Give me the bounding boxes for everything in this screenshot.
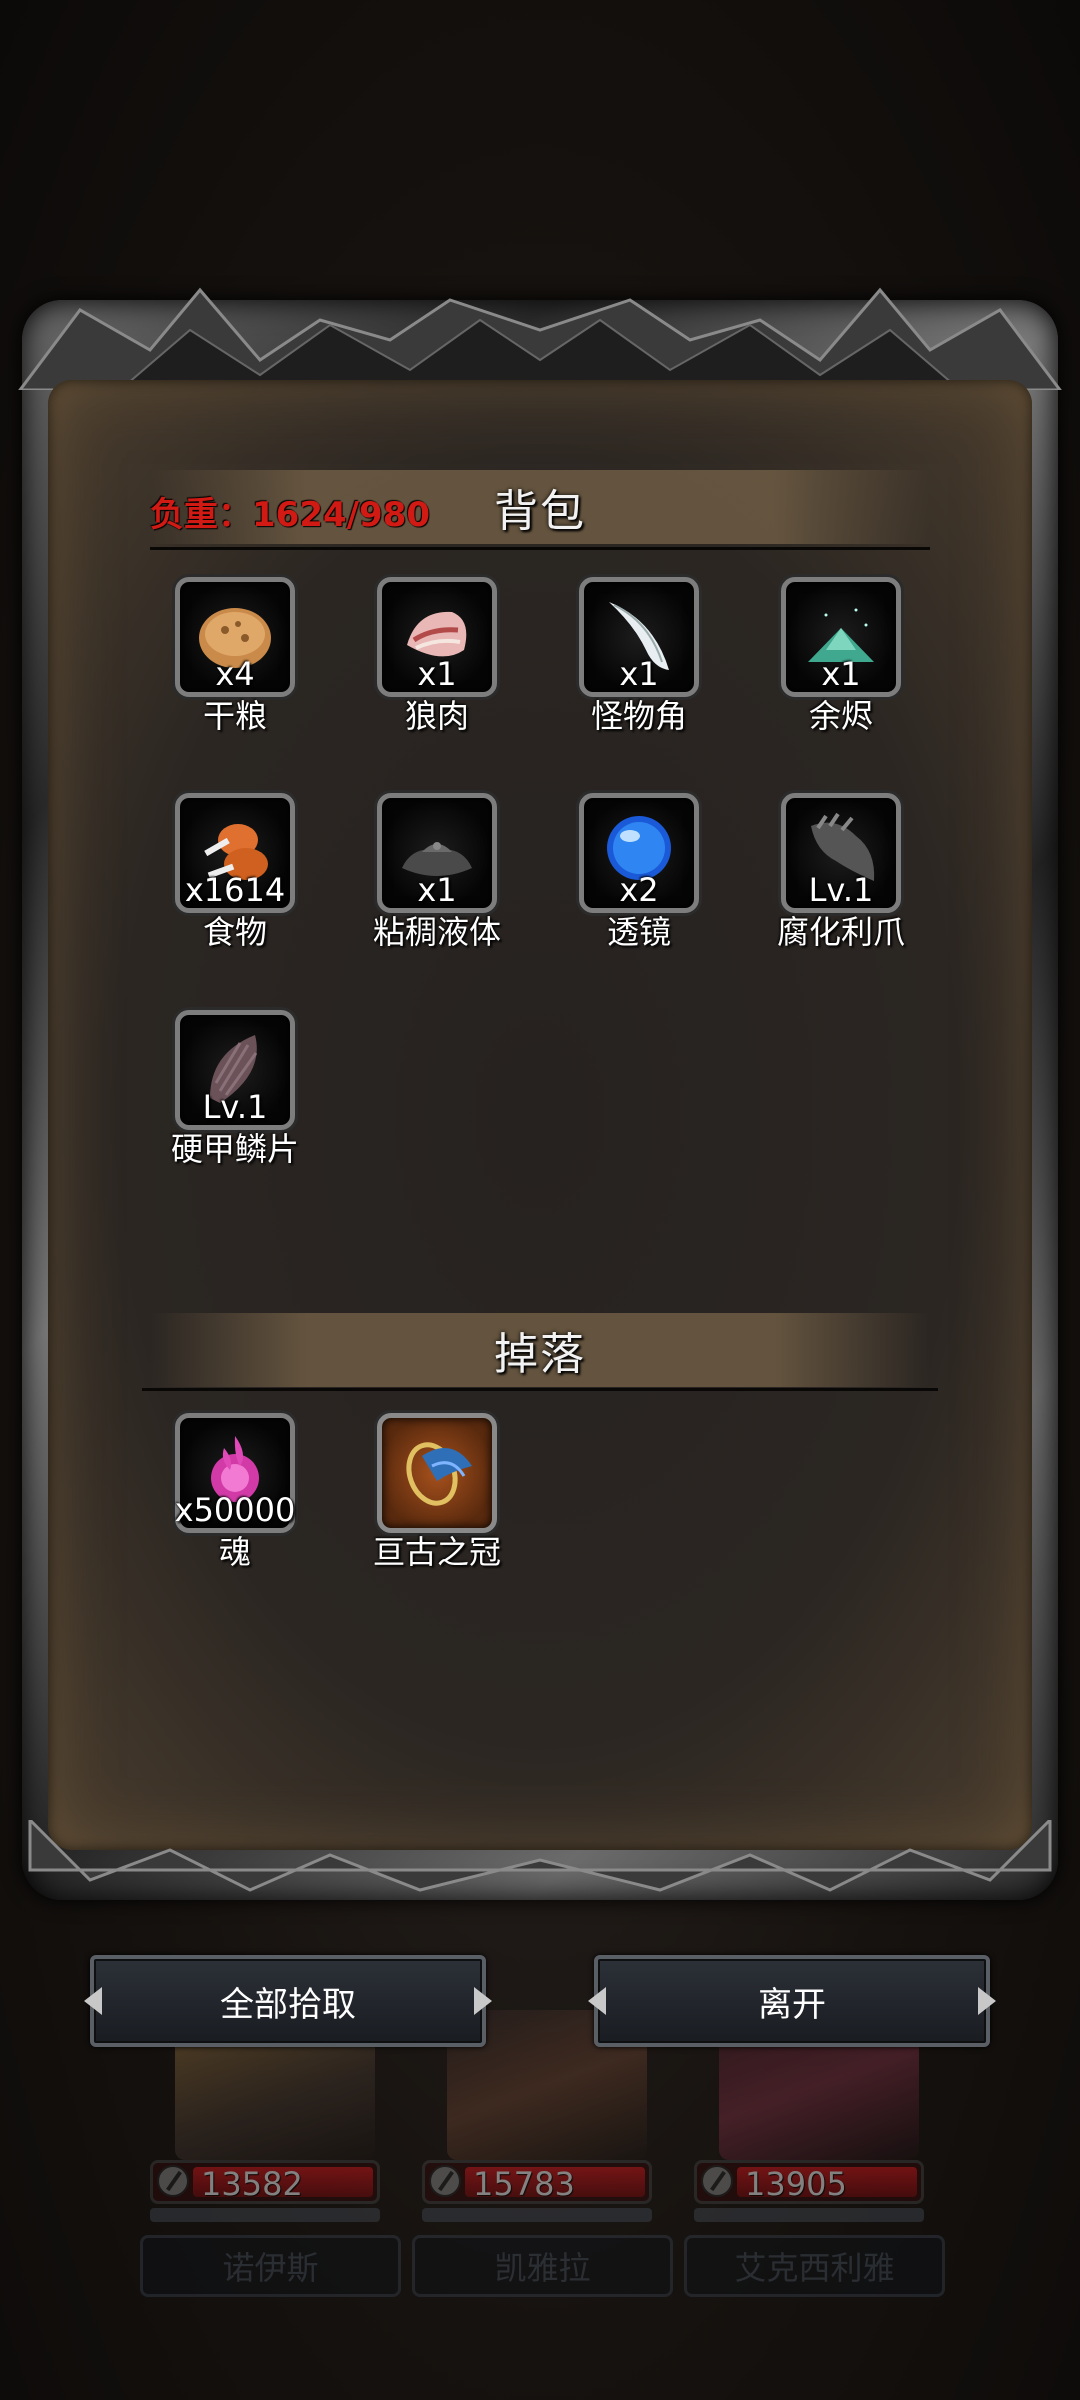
hero-name: 艾克西利雅 bbox=[684, 2235, 945, 2297]
hp-bar: 13905 bbox=[694, 2160, 924, 2204]
hero-card[interactable]: 13582 诺伊斯 bbox=[140, 2010, 401, 2300]
item-name: 怪物角 bbox=[590, 697, 687, 735]
item-quantity: Lv.1 bbox=[202, 1088, 268, 1126]
item-quantity: x1614 bbox=[184, 871, 286, 909]
drop-item[interactable]: 亘古之冠 bbox=[327, 1413, 527, 1583]
hero-name: 诺伊斯 bbox=[140, 2235, 401, 2297]
hp-value: 13582 bbox=[201, 2165, 303, 2203]
item-name: 干粮 bbox=[202, 697, 267, 735]
item-quantity: Lv.1 bbox=[808, 871, 874, 909]
inventory-item[interactable]: x4 干粮 bbox=[125, 577, 325, 747]
exp-bar bbox=[422, 2208, 652, 2222]
backpack-title: 背包 bbox=[494, 486, 586, 537]
backpack-divider bbox=[150, 547, 930, 550]
item-quantity: x1 bbox=[821, 655, 861, 693]
frame-ornament-top bbox=[18, 287, 1062, 390]
hero-card[interactable]: 13905 艾克西利雅 bbox=[684, 2010, 945, 2300]
hp-bar: 13582 bbox=[150, 2160, 380, 2204]
hp-value: 13905 bbox=[745, 2165, 847, 2203]
exp-bar bbox=[694, 2208, 924, 2222]
item-name: 余烬 bbox=[808, 697, 873, 735]
item-name: 亘古之冠 bbox=[372, 1533, 501, 1571]
sword-icon bbox=[157, 2165, 189, 2197]
item-name: 狼肉 bbox=[404, 697, 469, 735]
item-quantity: x1 bbox=[417, 655, 457, 693]
drops-title: 掉落 bbox=[494, 1329, 586, 1380]
inventory-item[interactable]: x1 余烬 bbox=[731, 577, 931, 747]
item-name: 魂 bbox=[218, 1533, 251, 1571]
item-name: 粘稠液体 bbox=[372, 913, 501, 951]
item-name: 硬甲鳞片 bbox=[170, 1130, 299, 1168]
item-quantity: x4 bbox=[215, 655, 255, 693]
item-name: 透镜 bbox=[606, 913, 671, 951]
exp-bar bbox=[150, 2208, 380, 2222]
drops-divider bbox=[142, 1388, 938, 1391]
drop-item[interactable]: x50000 魂 bbox=[125, 1413, 325, 1583]
sword-icon bbox=[701, 2165, 733, 2197]
item-quantity: x1 bbox=[417, 871, 457, 909]
pickup-all-button[interactable]: 全部拾取 bbox=[90, 1955, 486, 2047]
hp-bar: 15783 bbox=[422, 2160, 652, 2204]
item-quantity: x1 bbox=[619, 655, 659, 693]
inventory-item[interactable]: x1 狼肉 bbox=[327, 577, 527, 747]
leave-button[interactable]: 离开 bbox=[594, 1955, 990, 2047]
inventory-item[interactable]: Lv.1 腐化利爪 bbox=[731, 793, 931, 963]
weight-indicator: 负重：1624/980 bbox=[150, 495, 431, 535]
inventory-item[interactable]: x1 怪物角 bbox=[529, 577, 729, 747]
inventory-item[interactable]: x2 透镜 bbox=[529, 793, 729, 963]
inventory-item[interactable]: Lv.1 硬甲鳞片 bbox=[125, 1010, 325, 1180]
hp-value: 15783 bbox=[473, 2165, 575, 2203]
ancient-crown-icon bbox=[377, 1413, 497, 1533]
hero-name: 凯雅拉 bbox=[412, 2235, 673, 2297]
drops-header: 掉落 bbox=[150, 1313, 930, 1387]
item-quantity: x50000 bbox=[174, 1491, 296, 1529]
sword-icon bbox=[429, 2165, 461, 2197]
inventory-item[interactable]: x1614 食物 bbox=[125, 793, 325, 963]
item-name: 腐化利爪 bbox=[776, 913, 905, 951]
item-quantity: x2 bbox=[619, 871, 659, 909]
frame-ornament-bottom bbox=[28, 1820, 1052, 1892]
item-name: 食物 bbox=[202, 913, 267, 951]
inventory-item[interactable]: x1 粘稠液体 bbox=[327, 793, 527, 963]
hero-card[interactable]: 15783 凯雅拉 bbox=[412, 2010, 673, 2300]
